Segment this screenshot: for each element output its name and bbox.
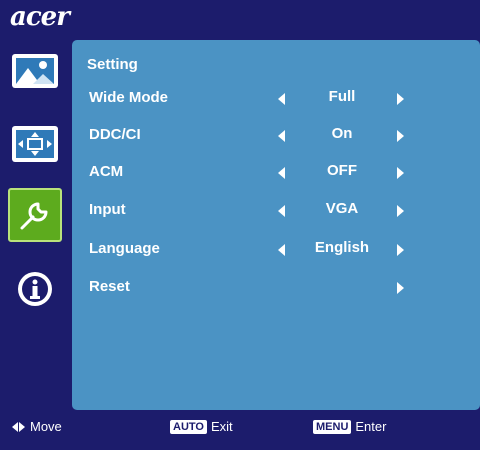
menu-row-input[interactable]: Input VGA [72, 199, 480, 221]
right-arrow-icon[interactable] [397, 93, 404, 105]
menu-row-ddc-ci[interactable]: DDC/CI On [72, 124, 480, 146]
left-arrow-icon[interactable] [278, 93, 285, 105]
menu-row-reset[interactable]: Reset [72, 276, 480, 298]
auto-key-badge: AUTO [170, 419, 207, 434]
footer-exit-hint: AUTO Exit [170, 419, 233, 434]
left-arrow-icon[interactable] [278, 130, 285, 142]
left-arrow-icon[interactable] [278, 244, 285, 256]
sidebar-item-information[interactable] [8, 262, 62, 316]
row-value: Full [328, 88, 356, 105]
row-label: ACM [89, 163, 124, 180]
row-label: Wide Mode [89, 89, 169, 106]
right-arrow-icon[interactable] [397, 167, 404, 179]
menu-key-badge: MENU [313, 419, 352, 434]
footer-move-hint: Move [12, 419, 62, 434]
sidebar-item-setting[interactable] [8, 188, 62, 242]
position-icon [12, 126, 58, 162]
picture-icon [12, 54, 58, 88]
menu-row-language[interactable]: Language English [72, 238, 480, 260]
footer-enter-hint: MENU Enter [313, 419, 386, 434]
panel-title: Setting [87, 56, 138, 73]
row-value: English [314, 239, 370, 256]
row-value: OFF [327, 162, 357, 179]
left-arrow-icon[interactable] [278, 205, 285, 217]
row-label: Language [89, 240, 160, 257]
setting-panel: Setting Wide Mode Full DDC/CI On ACM OFF… [72, 40, 480, 410]
row-value: VGA [325, 200, 359, 217]
wrench-icon [20, 202, 48, 230]
menu-row-acm[interactable]: ACM OFF [72, 161, 480, 183]
right-arrow-icon[interactable] [397, 205, 404, 217]
exit-label: Exit [210, 419, 233, 434]
sidebar-item-position[interactable] [8, 117, 62, 171]
row-label: Input [89, 201, 126, 218]
right-arrow-icon[interactable] [397, 244, 404, 256]
right-arrow-icon[interactable] [397, 282, 404, 294]
move-label: Move [30, 419, 62, 434]
left-arrow-icon[interactable] [278, 167, 285, 179]
row-label: DDC/CI [89, 126, 141, 143]
left-arrow-icon [12, 421, 18, 432]
row-value: On [331, 125, 353, 142]
sidebar-item-picture[interactable] [8, 44, 62, 98]
row-label: Reset [89, 278, 130, 295]
right-arrow-icon[interactable] [397, 130, 404, 142]
menu-row-wide-mode[interactable]: Wide Mode Full [72, 87, 480, 109]
right-arrow-icon [19, 421, 25, 432]
osd-footer: Move AUTO Exit MENU Enter [0, 415, 480, 439]
info-icon [18, 272, 52, 306]
enter-label: Enter [355, 419, 387, 434]
osd-sidebar [0, 0, 70, 410]
